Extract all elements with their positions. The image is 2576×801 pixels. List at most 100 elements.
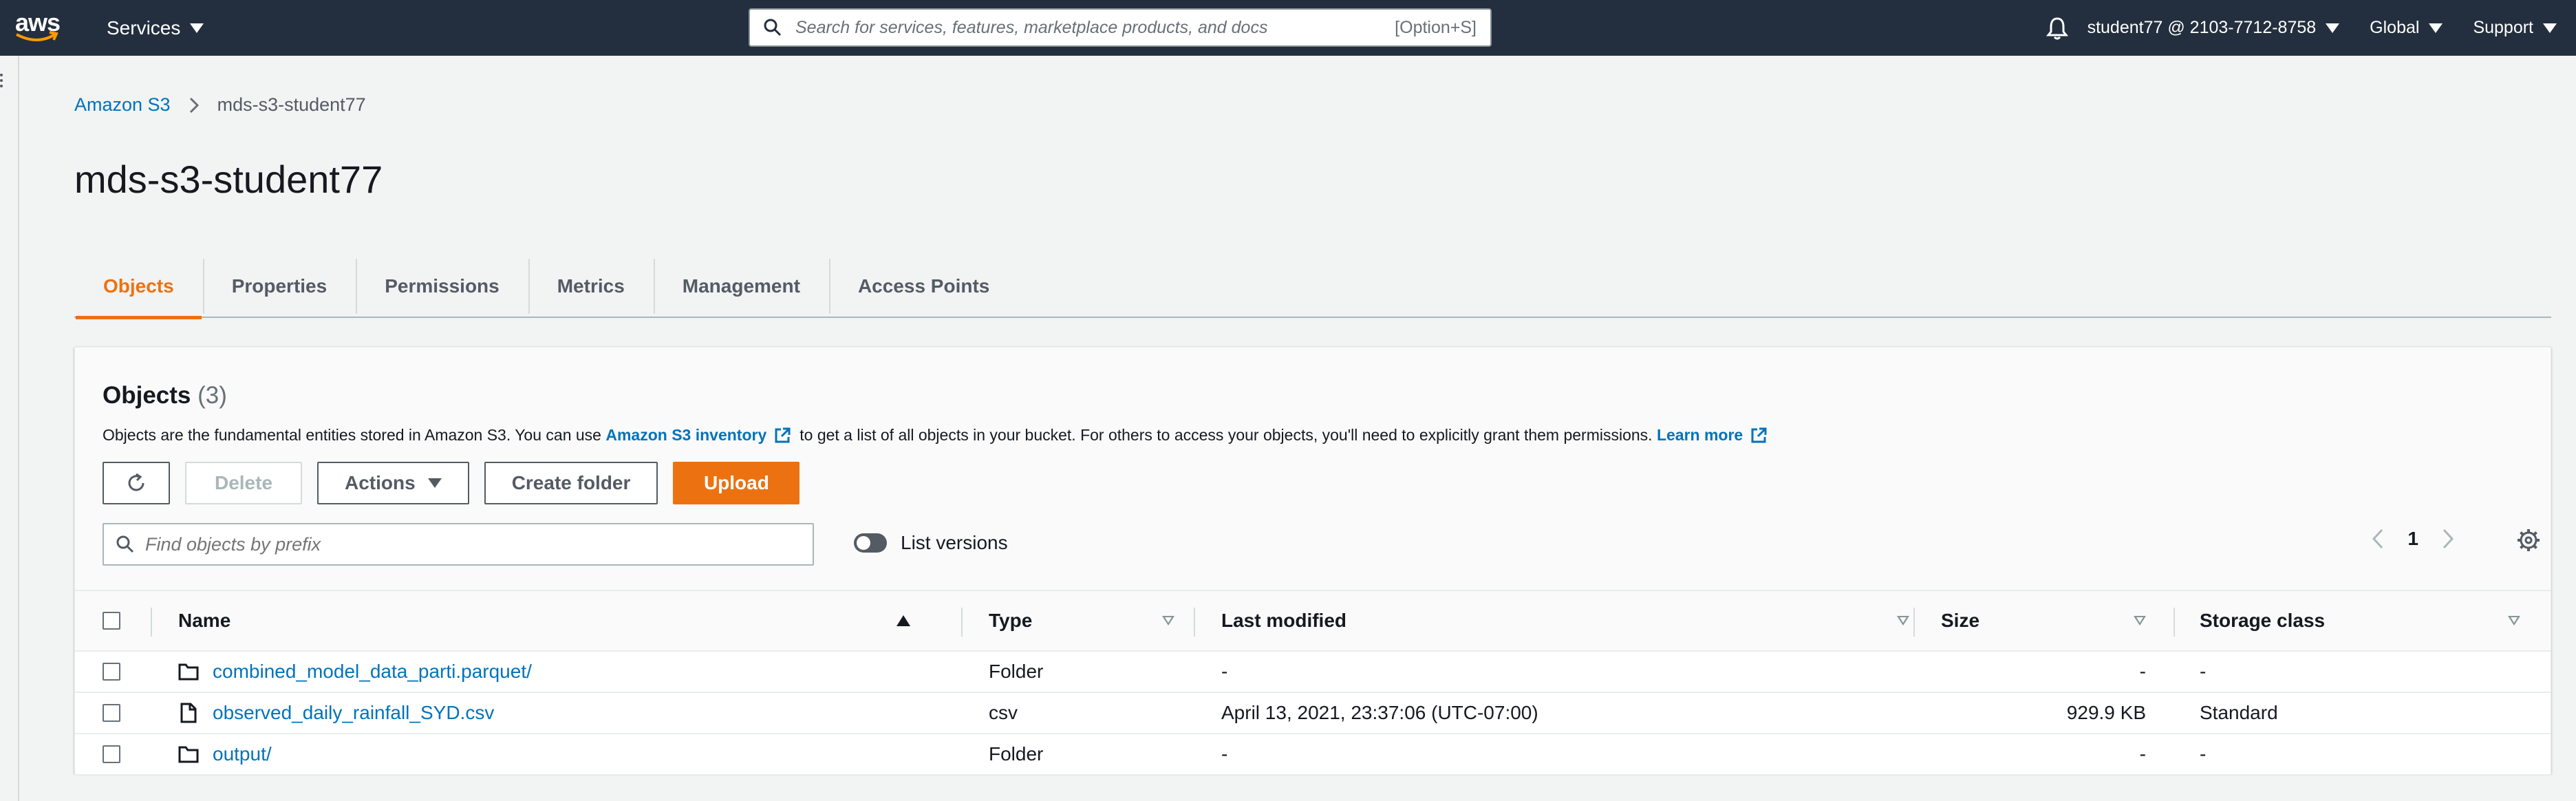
object-name-link[interactable]: observed_daily_rainfall_SYD.csv: [213, 702, 494, 724]
breadcrumb-current: mds-s3-student77: [217, 94, 366, 115]
refresh-icon: [128, 473, 144, 491]
column-storage-class-label: Storage class: [2200, 610, 2326, 631]
panel-title: Objects (3): [103, 382, 227, 409]
tab-objects[interactable]: Objects: [74, 255, 203, 319]
tab-permissions[interactable]: Permissions: [356, 255, 528, 318]
list-versions-label: List versions: [901, 532, 1008, 553]
desc-text-2: to get a list of all objects in your buc…: [799, 426, 1653, 444]
column-divider: [961, 608, 963, 637]
last-modified-cell: -: [1221, 661, 1228, 682]
last-modified-cell: -: [1221, 743, 1228, 765]
search-placeholder: Search for services, features, marketpla…: [795, 17, 1268, 37]
services-menu[interactable]: Services: [107, 0, 204, 56]
objects-table: Name Type Last modified Size Storage cla…: [75, 590, 2551, 776]
prefix-filter-input[interactable]: [145, 533, 800, 555]
column-name[interactable]: Name: [178, 591, 910, 650]
breadcrumb-amazon-s3[interactable]: Amazon S3: [74, 94, 171, 116]
account-menu[interactable]: student77 @ 2103-7712-8758: [2087, 18, 2340, 38]
breadcrumb: Amazon S3 mds-s3-student77: [74, 94, 366, 116]
object-name-link[interactable]: output/: [213, 743, 272, 765]
chevron-right-icon: [189, 97, 199, 113]
bucket-tabs: Objects Properties Permissions Metrics M…: [74, 255, 2551, 319]
row-checkbox[interactable]: [103, 704, 120, 722]
s3-inventory-link[interactable]: Amazon S3 inventory: [605, 426, 766, 445]
sort-ascending-icon: [897, 615, 910, 626]
sort-icon: [2134, 616, 2146, 626]
name-cell: combined_model_data_parti.parquet/: [178, 652, 532, 692]
support-menu[interactable]: Support: [2473, 18, 2557, 38]
sort-icon: [1897, 616, 1909, 626]
caret-down-icon: [427, 478, 442, 488]
tab-access-points[interactable]: Access Points: [828, 255, 1018, 318]
upload-button[interactable]: Upload: [673, 462, 800, 504]
caret-down-icon: [190, 23, 204, 33]
gear-icon[interactable]: [2516, 528, 2541, 553]
column-size[interactable]: Size: [1941, 591, 2146, 650]
aws-logo[interactable]: aws: [14, 7, 61, 47]
type-cell: Folder: [989, 661, 1044, 682]
create-folder-button[interactable]: Create folder: [484, 462, 658, 504]
storage-class-cell: -: [2200, 743, 2207, 765]
table-row[interactable]: combined_model_data_parti.parquet/ Folde…: [75, 652, 2551, 693]
column-name-label: Name: [178, 610, 231, 631]
object-name-link[interactable]: combined_model_data_parti.parquet/: [213, 661, 532, 683]
aws-smile-icon: [16, 31, 58, 41]
table-row[interactable]: observed_daily_rainfall_SYD.csv csv Apri…: [75, 693, 2551, 734]
desc-text-1: Objects are the fundamental entities sto…: [103, 426, 601, 444]
sort-icon: [1162, 616, 1174, 626]
select-all-cell: [103, 591, 120, 650]
region-label: Global: [2370, 18, 2420, 37]
global-search[interactable]: Search for services, features, marketpla…: [749, 8, 1492, 47]
nav-right: student77 @ 2103-7712-8758 Global Suppor…: [2046, 0, 2576, 56]
bell-icon[interactable]: [2046, 17, 2068, 40]
column-divider: [2174, 608, 2175, 637]
column-divider: [1913, 608, 1915, 637]
list-versions-toggle[interactable]: [854, 533, 887, 553]
account-label: student77 @ 2103-7712-8758: [2087, 18, 2317, 37]
action-buttons: Delete Actions Create folder Upload: [103, 462, 800, 504]
menu-dots-icon[interactable]: [0, 74, 4, 90]
row-checkbox[interactable]: [103, 663, 120, 681]
actions-button[interactable]: Actions: [317, 462, 469, 504]
side-nav-rail[interactable]: [0, 56, 19, 801]
table-row[interactable]: output/ Folder - - -: [75, 734, 2551, 776]
panel-title-text: Objects: [103, 382, 191, 409]
size-cell: -: [2139, 661, 2146, 682]
folder-icon: [178, 746, 199, 763]
column-storage-class[interactable]: Storage class: [2200, 591, 2520, 650]
column-last-modified-label: Last modified: [1221, 610, 1347, 631]
select-all-checkbox[interactable]: [103, 612, 120, 630]
refresh-button[interactable]: [103, 462, 170, 504]
objects-panel: Objects (3) Objects are the fundamental …: [74, 347, 2551, 776]
column-divider: [151, 608, 152, 637]
chevron-right-icon[interactable]: [2442, 528, 2454, 550]
learn-more-link[interactable]: Learn more: [1657, 426, 1743, 445]
tab-management[interactable]: Management: [653, 255, 829, 318]
page-number[interactable]: 1: [2407, 528, 2418, 550]
type-cell: csv: [989, 702, 1018, 723]
storage-class-cell: Standard: [2200, 702, 2278, 723]
sort-icon: [2508, 616, 2520, 626]
tab-metrics[interactable]: Metrics: [528, 255, 654, 318]
table-header: Name Type Last modified Size Storage cla…: [75, 590, 2551, 652]
search-icon: [116, 535, 134, 553]
row-checkbox[interactable]: [103, 745, 120, 763]
support-label: Support: [2473, 18, 2533, 37]
column-type[interactable]: Type: [989, 591, 1174, 650]
delete-button[interactable]: Delete: [185, 462, 302, 504]
column-last-modified[interactable]: Last modified: [1221, 591, 1909, 650]
last-modified-cell: April 13, 2021, 23:37:06 (UTC-07:00): [1221, 702, 1538, 723]
prefix-filter[interactable]: [103, 523, 814, 566]
size-cell: -: [2139, 743, 2146, 765]
name-cell: output/: [178, 734, 272, 774]
actions-label: Actions: [345, 472, 416, 493]
storage-class-cell: -: [2200, 661, 2207, 682]
tab-properties[interactable]: Properties: [202, 255, 356, 318]
panel-description: Objects are the fundamental entities sto…: [103, 426, 1776, 445]
region-menu[interactable]: Global: [2370, 18, 2443, 38]
pagination: 1: [2372, 528, 2454, 550]
search-icon: [764, 19, 782, 36]
chevron-left-icon[interactable]: [2372, 528, 2384, 550]
column-size-label: Size: [1941, 610, 1980, 631]
services-label: Services: [107, 17, 181, 39]
